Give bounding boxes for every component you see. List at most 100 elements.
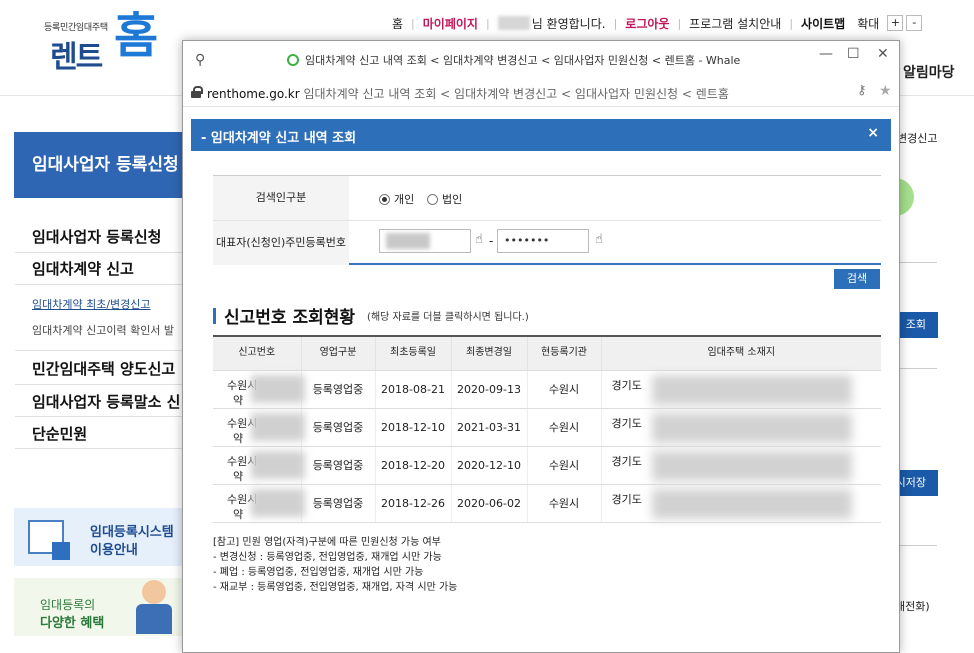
business-type-cell: 등록영업중	[300, 446, 375, 485]
note-line: [참고] 민원 영업(자격)구분에 따른 민원신청 가능 여부	[213, 537, 441, 548]
sidebar-item-lease-report[interactable]: 임대차계약 신고	[32, 258, 134, 279]
redacted-value	[651, 450, 852, 481]
last-modified-cell: 2020-06-02	[450, 484, 527, 523]
redacted-value	[651, 374, 852, 405]
benefits-banner[interactable]: 임대등록의 다양한 혜택	[14, 578, 194, 636]
site-logo[interactable]: 등록민간임대주택 렌트 홈	[40, 10, 170, 78]
searcher-type-label: 검색인구분	[213, 176, 349, 220]
address-bar[interactable]: renthome.go.kr 임대차계약 신고 내역 조회 < 임대차계약 변경…	[183, 79, 899, 107]
nav-install-guide[interactable]: 프로그램 설치안내	[689, 15, 781, 32]
search-button[interactable]: 검색	[834, 269, 880, 289]
address-cell: 경기도	[600, 446, 881, 485]
system-guide-banner[interactable]: 임대등록시스템 이용안내	[14, 508, 194, 566]
radio-checked-icon	[379, 193, 390, 205]
nav-separator: |	[789, 16, 794, 30]
sidebar-subitem-initial-change[interactable]: 임대차계약 최초/변경신고	[32, 296, 151, 312]
star-icon[interactable]: ★	[879, 83, 892, 99]
nav-welcome: 님 환영합니다.	[531, 16, 606, 31]
breadcrumb-tail: 변경신고	[897, 132, 938, 145]
address-prefix: 경기도	[611, 454, 642, 468]
report-number-line2: 약	[233, 469, 244, 483]
report-number-line2: 약	[233, 431, 244, 445]
logo-text: 렌트	[50, 40, 103, 75]
pointer-finger-icon[interactable]: ☝	[595, 232, 603, 247]
sidebar-divider	[15, 416, 185, 417]
column-header: 최종변경일	[450, 336, 527, 371]
sidebar-item-simple-petition[interactable]: 단순민원	[32, 423, 87, 444]
last-modified-cell: 2020-09-13	[450, 370, 527, 409]
reference-notes: [참고] 민원 영업(자격)구분에 따른 민원신청 가능 여부 - 변경신청 :…	[213, 535, 457, 595]
nav-separator: |	[485, 16, 490, 30]
column-header: 임대주택 소재지	[600, 336, 881, 371]
address-prefix: 경기도	[611, 378, 642, 392]
agency-cell: 수원시	[526, 370, 601, 409]
column-header: 신고번호	[213, 336, 301, 371]
resident-number-front-input[interactable]	[379, 229, 471, 253]
lock-icon	[191, 86, 203, 98]
sidebar-item-registration[interactable]: 임대사업자 등록신청	[32, 226, 161, 247]
sidebar-subitem-history-cert[interactable]: 임대차계약 신고이력 확인서 발	[32, 322, 174, 338]
nav-mypage[interactable]: 마이페이지	[423, 15, 478, 32]
first-registered-cell: 2018-12-26	[374, 484, 451, 523]
sidebar-divider	[15, 448, 185, 449]
window-titlebar[interactable]: ⚲ 임대차계약 신고 내역 조회 < 임대차계약 변경신고 < 임대사업자 민원…	[183, 41, 899, 79]
nav-logout[interactable]: 로그아웃	[625, 15, 669, 32]
business-type-cell: 등록영업중	[300, 408, 375, 447]
section-marker	[213, 307, 216, 324]
redacted-value	[651, 488, 852, 519]
nav-home[interactable]: 홈	[392, 15, 403, 32]
nav-separator: |	[613, 16, 618, 30]
url-host: renthome.go.kr	[207, 87, 300, 101]
nav-sitemap[interactable]: 사이트맵	[801, 15, 845, 32]
url-text[interactable]: renthome.go.kr 임대차계약 신고 내역 조회 < 임대차계약 변경…	[207, 85, 729, 102]
maximize-button[interactable]: ☐	[847, 46, 860, 62]
key-icon[interactable]: ⚷	[857, 83, 867, 98]
radio-corporation[interactable]: 법인	[427, 191, 462, 207]
pin-icon[interactable]: ⚲	[195, 52, 205, 68]
nav-notice-board[interactable]: 알림마당	[903, 62, 955, 82]
redacted-value	[251, 412, 305, 441]
window-close-button[interactable]: ✕	[877, 46, 889, 62]
note-line: - 재교부 : 등록영업중, 전입영업중, 재개업, 자격 시만 가능	[213, 582, 458, 593]
table-row[interactable]: 수원시 약 등록영업중 2018-08-21 2020-09-13 수원시 경기도	[213, 370, 881, 409]
popup-header: - 임대차계약 신고 내역 조회 ×	[191, 119, 891, 151]
document-icon	[28, 520, 70, 560]
sidebar-item-transfer[interactable]: 민간임대주택 양도신고	[32, 358, 175, 379]
result-table: 신고번호 영업구분 최초등록일 최종변경일 현등록기관 임대주택 소재지 수원시…	[213, 335, 881, 523]
resident-number-row: 대표자(신청인) 주민등록번호 ☝ - ••••••• ☝	[213, 220, 881, 265]
radio-individual-label: 개인	[394, 193, 415, 206]
resident-number-dash: -	[489, 234, 494, 248]
agency-cell: 수원시	[526, 446, 601, 485]
table-row[interactable]: 수원시 약 등록영업중 2018-12-26 2020-06-02 수원시 경기도	[213, 484, 881, 523]
pointer-finger-icon[interactable]: ☝	[475, 232, 483, 247]
table-row[interactable]: 수원시 약 등록영업중 2018-12-10 2021-03-31 수원시 경기도	[213, 408, 881, 447]
report-number-cell: 수원시 약	[213, 484, 305, 523]
address-cell: 경기도	[600, 370, 881, 409]
minimize-button[interactable]: —	[819, 46, 833, 62]
sidebar-divider	[15, 252, 185, 253]
nav-separator: |	[411, 16, 415, 30]
banner-subtitle: 다양한 혜택	[40, 616, 105, 631]
sidebar-title: 임대사업자 등록신청	[14, 132, 199, 198]
banner-title: 임대등록의	[40, 598, 96, 612]
report-number-cell: 수원시 약	[213, 408, 305, 447]
bg-table-header: 내전화)	[895, 600, 930, 613]
user-name-redacted	[497, 16, 530, 30]
report-number-line2: 약	[233, 507, 244, 521]
radio-individual[interactable]: 개인	[379, 191, 414, 207]
address-cell: 경기도	[600, 408, 881, 447]
sidebar-item-deregistration[interactable]: 임대사업자 등록말소 신	[32, 391, 180, 412]
resident-number-back-input[interactable]: •••••••	[497, 229, 589, 253]
global-nav: 홈 | 마이페이지 | 님 환영합니다. | 로그아웃 | 프로그램 설치안내 …	[392, 14, 923, 32]
zoom-out-button[interactable]: -	[906, 15, 923, 31]
table-row[interactable]: 수원시 약 등록영업중 2018-12-20 2020-12-10 수원시 경기도	[213, 446, 881, 485]
business-type-cell: 등록영업중	[300, 370, 375, 409]
search-form: 검색인구분 개인 법인 대표자(신청인) 주민등록번호 ☝ - ••••••• …	[213, 175, 881, 265]
last-modified-cell: 2020-12-10	[450, 446, 527, 485]
person-illustration-body	[136, 604, 172, 634]
close-icon[interactable]: ×	[867, 125, 879, 141]
redacted-value	[251, 488, 305, 517]
zoom-in-button[interactable]: +	[887, 15, 904, 31]
report-number-line2: 약	[233, 393, 244, 407]
radio-unchecked-icon	[427, 193, 438, 205]
